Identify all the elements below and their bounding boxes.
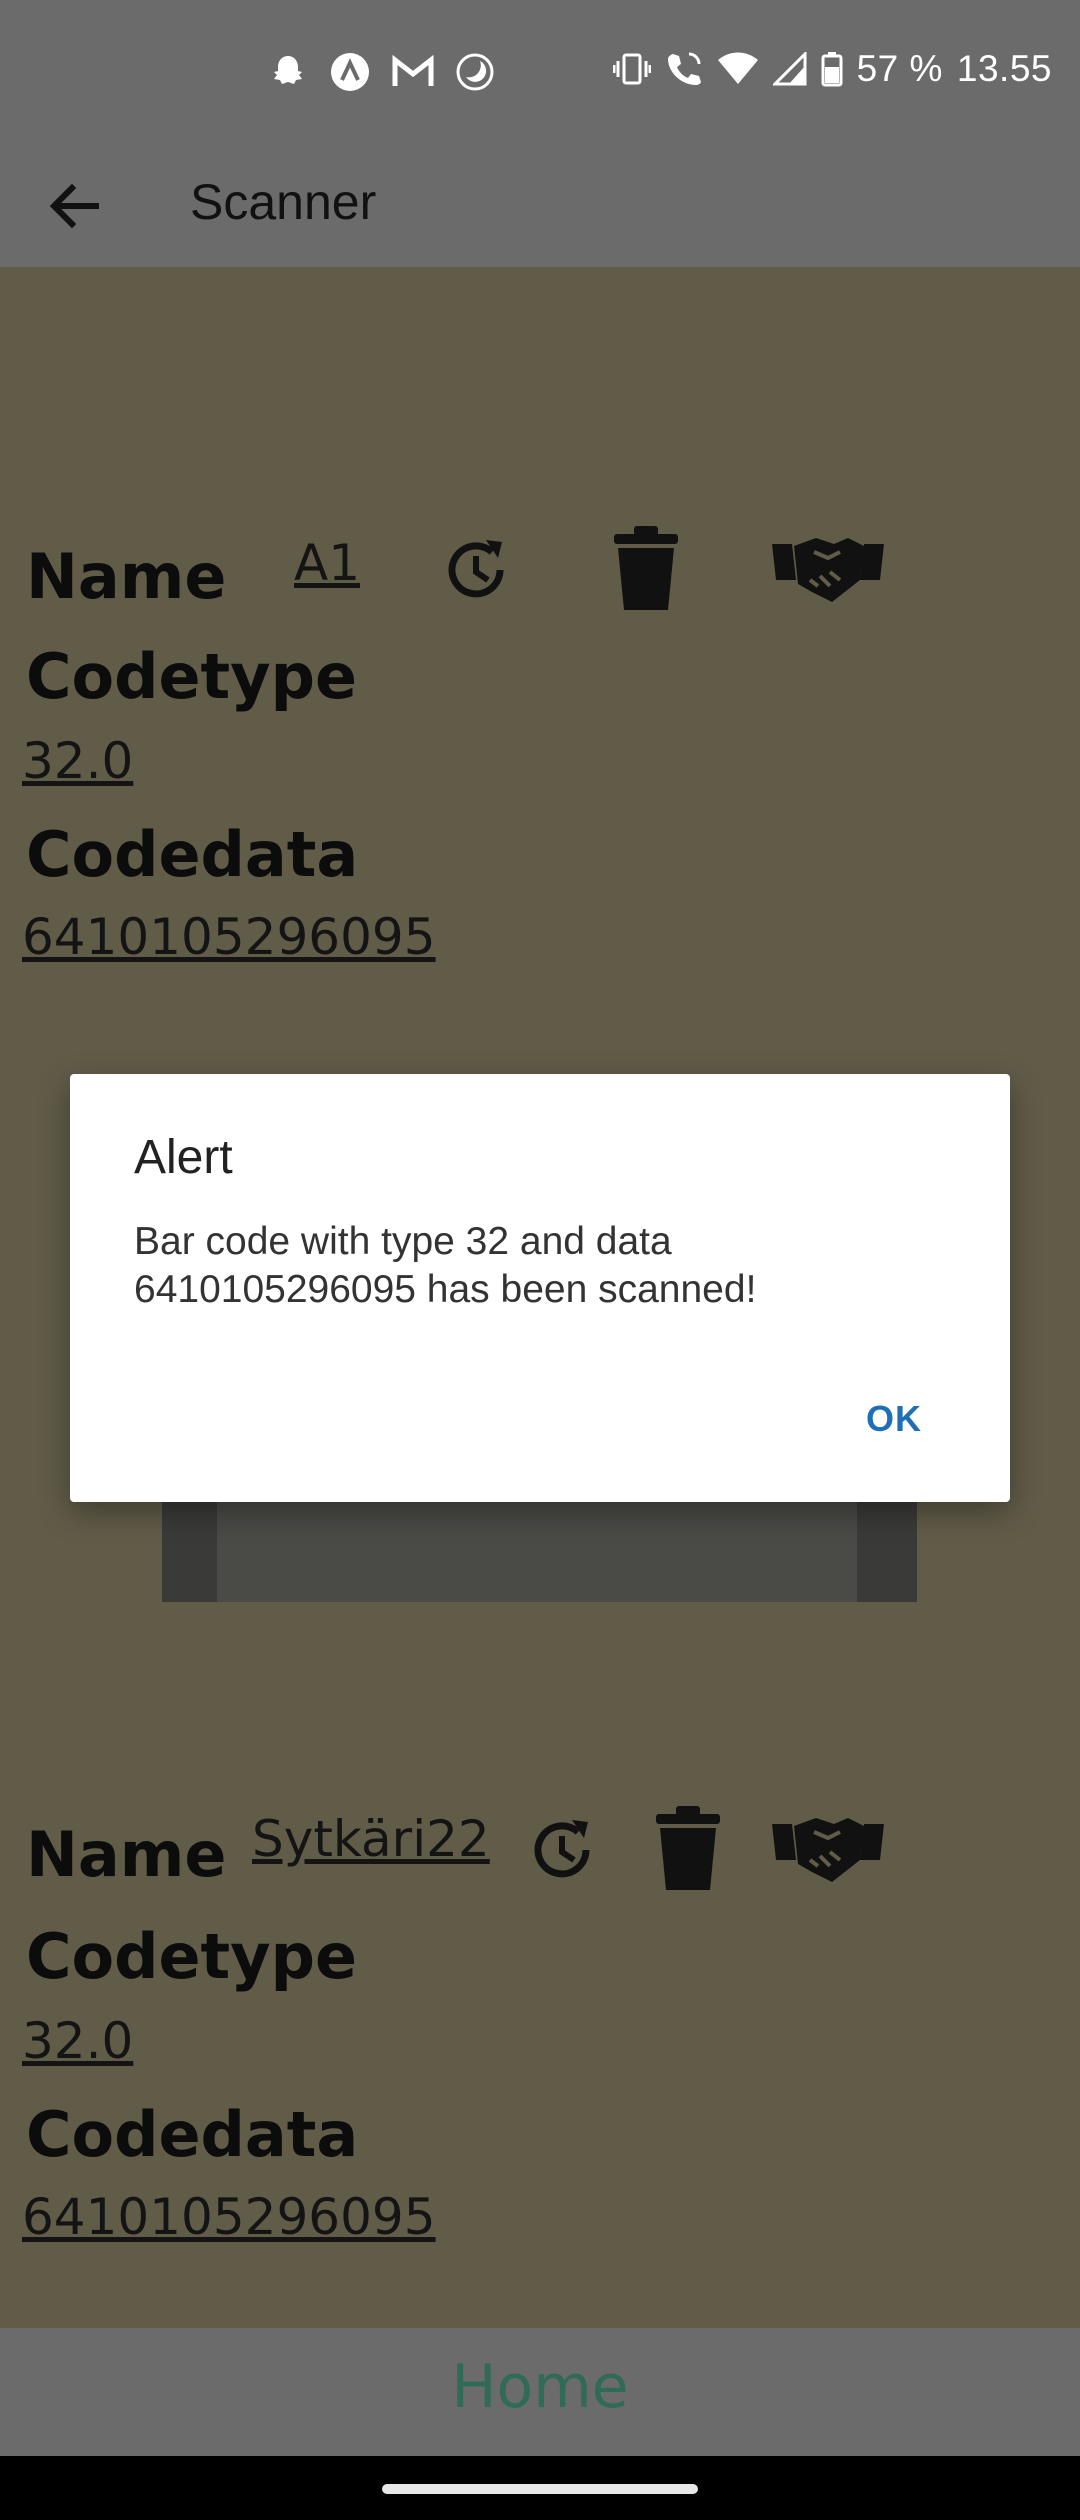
- system-nav-bar: [0, 2456, 1080, 2520]
- dialog-message: Bar code with type 32 and data 641010529…: [134, 1220, 757, 1311]
- signal-icon: [772, 52, 807, 86]
- battery-icon: [821, 52, 843, 87]
- codedata-value[interactable]: 6410105296095: [22, 908, 436, 966]
- trash-icon[interactable]: [610, 526, 682, 614]
- battery-percentage: 57 %: [856, 48, 943, 89]
- vibrate-icon: [612, 53, 651, 85]
- handshake-icon[interactable]: [770, 1812, 886, 1884]
- name-label: Name: [26, 1818, 227, 1891]
- gmail-icon: [392, 54, 434, 86]
- codetype-label: Codetype: [26, 1920, 358, 1993]
- name-value[interactable]: Sytkäri22: [252, 1810, 490, 1868]
- wifi-call-icon: [667, 52, 701, 85]
- clock: 13.55: [956, 48, 1052, 89]
- status-bar: 57 % 13.55: [0, 0, 1080, 145]
- snapchat-icon: [274, 56, 302, 84]
- gesture-handle[interactable]: [382, 2484, 698, 2494]
- codedata-label: Codedata: [26, 2098, 359, 2171]
- scanned-item-card: Name Sytkäri22 Codetype 32.0 Codedata 64…: [0, 1800, 1080, 2280]
- page-title: Scanner: [190, 174, 377, 230]
- moon-icon: [456, 53, 494, 91]
- home-tab[interactable]: Home: [0, 2352, 1080, 2422]
- ok-button[interactable]: OK: [866, 1398, 922, 1440]
- bottom-nav: Home: [0, 2328, 1080, 2456]
- system-status: 57 % 13.55: [612, 48, 1052, 90]
- history-icon[interactable]: [528, 1814, 598, 1886]
- trash-icon[interactable]: [652, 1806, 724, 1894]
- name-label: Name: [26, 540, 227, 613]
- alert-dialog: Alert Bar code with type 32 and data 641…: [70, 1074, 1010, 1502]
- arrow-app-icon: [331, 53, 369, 91]
- codedata-value[interactable]: 6410105296095: [22, 2188, 436, 2246]
- notification-icons: [268, 52, 494, 92]
- camera-preview: [162, 1500, 917, 1602]
- codedata-label: Codedata: [26, 818, 359, 891]
- name-value[interactable]: A1: [294, 534, 360, 592]
- back-arrow-icon[interactable]: [40, 171, 110, 241]
- wifi-icon: [717, 52, 758, 84]
- handshake-icon[interactable]: [770, 532, 886, 604]
- history-icon[interactable]: [442, 534, 512, 606]
- codetype-label: Codetype: [26, 640, 358, 713]
- app-bar: Scanner: [0, 145, 1080, 267]
- codetype-value[interactable]: 32.0: [22, 2012, 133, 2070]
- dialog-title: Alert: [134, 1131, 233, 1184]
- codetype-value[interactable]: 32.0: [22, 732, 133, 790]
- scanned-item-card: Name A1 Codetype 32.0 Codedata 641010529…: [0, 520, 1080, 1000]
